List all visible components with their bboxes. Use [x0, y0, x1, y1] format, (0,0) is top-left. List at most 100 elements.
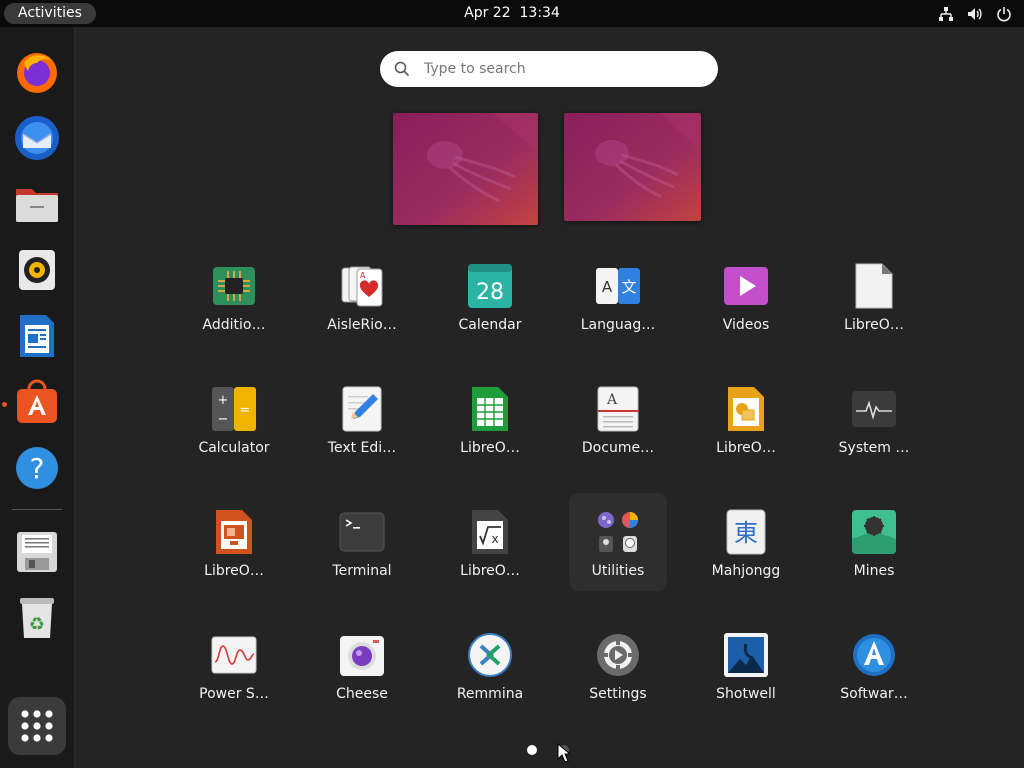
- search-input[interactable]: [422, 60, 686, 78]
- app-tile[interactable]: A文 Languag…: [569, 247, 667, 345]
- clock-date: Apr 22: [464, 5, 511, 21]
- mouse-pointer-icon: [557, 743, 571, 763]
- app-tile[interactable]: LibreO…: [697, 370, 795, 468]
- app-label: LibreO…: [716, 440, 776, 456]
- show-applications-button[interactable]: [8, 697, 66, 755]
- app-label: Languag…: [580, 317, 656, 333]
- running-indicator: [2, 402, 7, 407]
- system-monitor-icon: [852, 391, 896, 427]
- calculator-icon: + −=: [212, 387, 256, 431]
- svg-text:A: A: [606, 392, 618, 408]
- app-tile[interactable]: 東 Mahjongg: [697, 493, 795, 591]
- app-label: Calendar: [458, 317, 522, 333]
- cheese-icon: [340, 636, 384, 676]
- app-tile[interactable]: Settings: [569, 616, 667, 714]
- network-icon[interactable]: [938, 6, 954, 22]
- videos-icon: [724, 267, 768, 305]
- power-icon[interactable]: [996, 6, 1012, 22]
- volume-icon[interactable]: [966, 6, 984, 22]
- calendar-icon: 28: [468, 264, 512, 308]
- folder-icon: [598, 512, 638, 552]
- firefox-icon: [17, 53, 57, 93]
- app-tile[interactable]: Text Edi…: [313, 370, 411, 468]
- shotwell-icon: [724, 633, 768, 677]
- help-icon: ?: [16, 447, 58, 489]
- dock-item-thunderbird[interactable]: [8, 109, 66, 167]
- dock: ? ♻: [0, 27, 75, 768]
- app-tile[interactable]: Softwar…: [825, 616, 923, 714]
- app-tile[interactable]: Additio…: [185, 247, 283, 345]
- app-tile[interactable]: Terminal: [313, 493, 411, 591]
- app-tile[interactable]: LibreO…: [441, 370, 539, 468]
- page-dot-current[interactable]: [527, 745, 537, 755]
- app-label: System …: [838, 440, 910, 456]
- dock-item-ubuntu-software[interactable]: [8, 373, 66, 431]
- svg-text:=: =: [240, 403, 251, 418]
- top-bar: Activities Apr 22 13:34: [0, 0, 1024, 27]
- app-tile[interactable]: LibreO…: [185, 493, 283, 591]
- search-bar[interactable]: [380, 51, 718, 87]
- app-tile[interactable]: Shotwell: [697, 616, 795, 714]
- app-label: LibreO…: [844, 317, 904, 333]
- document-viewer-icon: A: [597, 386, 639, 432]
- settings-icon: [597, 634, 639, 676]
- app-tile[interactable]: System …: [825, 370, 923, 468]
- dock-item-help[interactable]: ?: [8, 439, 66, 497]
- app-label: Text Edi…: [327, 440, 397, 456]
- impress-icon: [216, 510, 252, 554]
- thunderbird-icon: [15, 116, 59, 160]
- workspace-thumbnail-2[interactable]: [564, 113, 701, 221]
- text-editor-icon: [342, 386, 382, 432]
- dock-item-rhythmbox[interactable]: [8, 241, 66, 299]
- app-tile[interactable]: LibreO…: [825, 247, 923, 345]
- cards-icon: A: [341, 266, 383, 307]
- mines-icon: [852, 510, 896, 554]
- app-label: Docume…: [581, 440, 655, 456]
- svg-text:♻: ♻: [29, 614, 45, 635]
- app-tile[interactable]: 28 Calendar: [441, 247, 539, 345]
- app-tile[interactable]: x LibreO…: [441, 493, 539, 591]
- app-tile[interactable]: A Docume…: [569, 370, 667, 468]
- workspace-thumbnail-1[interactable]: [393, 113, 538, 225]
- app-label: Power S…: [199, 686, 269, 702]
- activities-button[interactable]: Activities: [4, 3, 96, 24]
- app-label: LibreO…: [460, 563, 520, 579]
- app-label: Mahjongg: [711, 563, 781, 579]
- dock-item-drive[interactable]: [8, 523, 66, 581]
- dock-item-trash[interactable]: ♻: [8, 589, 66, 647]
- app-label: LibreO…: [460, 440, 520, 456]
- app-tile[interactable]: Mines: [825, 493, 923, 591]
- app-grid-icon: [21, 710, 53, 742]
- chip-icon: [213, 267, 255, 305]
- svg-text:A: A: [360, 271, 366, 280]
- libreoffice-icon: [855, 263, 893, 309]
- app-label: Additio…: [202, 317, 266, 333]
- app-folder-utilities[interactable]: Utilities: [569, 493, 667, 591]
- clock-button[interactable]: Apr 22 13:34: [464, 5, 560, 21]
- app-tile[interactable]: Videos: [697, 247, 795, 345]
- app-tile[interactable]: Cheese: [313, 616, 411, 714]
- app-label: Calculator: [198, 440, 270, 456]
- system-tray[interactable]: [938, 4, 1012, 23]
- math-icon: x: [472, 510, 508, 554]
- clock-time: 13:34: [519, 5, 560, 21]
- wallpaper-thumbnail: [393, 113, 538, 225]
- app-tile[interactable]: + − = Calculator: [185, 370, 283, 468]
- dock-item-files[interactable]: [8, 175, 66, 233]
- svg-text:−: −: [218, 412, 229, 427]
- svg-text:東: 東: [734, 519, 758, 547]
- app-tile[interactable]: Remmina: [441, 616, 539, 714]
- dock-item-writer[interactable]: [8, 307, 66, 365]
- files-icon: [16, 189, 58, 222]
- terminal-icon: [339, 512, 385, 552]
- trash-icon: ♻: [20, 598, 54, 638]
- svg-text:28: 28: [476, 280, 504, 305]
- drive-icon: [17, 532, 57, 572]
- app-label: Shotwell: [716, 686, 776, 702]
- software-icon: [853, 634, 895, 676]
- app-label: Videos: [722, 317, 770, 333]
- app-label: Settings: [589, 686, 647, 702]
- app-tile[interactable]: Power S…: [185, 616, 283, 714]
- app-tile[interactable]: A AisleRio…: [313, 247, 411, 345]
- dock-item-firefox[interactable]: [8, 43, 66, 101]
